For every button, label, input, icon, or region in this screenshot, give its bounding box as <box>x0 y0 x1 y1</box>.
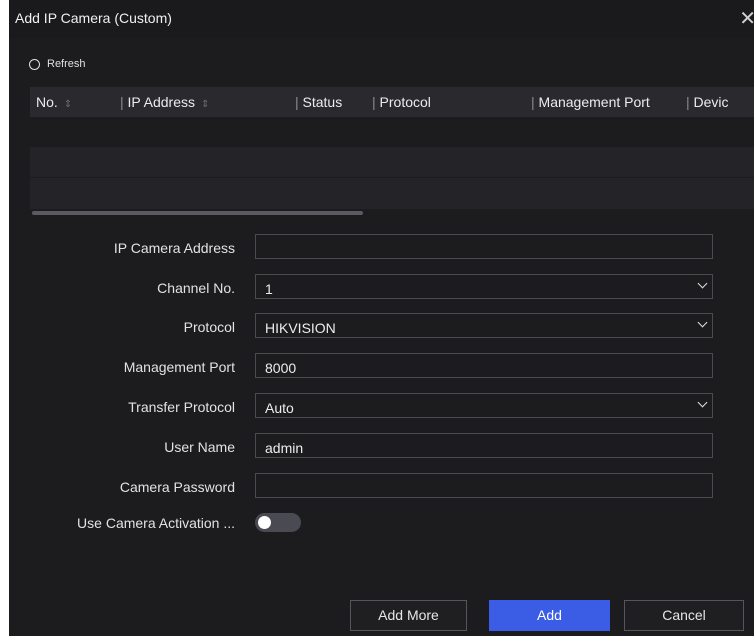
camera-activation-label: Use Camera Activation ... <box>77 515 235 531</box>
camera-password-label: Camera Password <box>119 479 235 495</box>
protocol-label: Protocol <box>183 319 235 335</box>
table-row[interactable] <box>30 147 754 177</box>
protocol-value: HIKVISION <box>265 320 336 336</box>
camera-table: No. ⇕ | IP Address ⇕ | Status | Protocol |… <box>30 87 754 217</box>
column-header-protocol[interactable]: | Protocol <box>372 94 431 110</box>
user-name-label: User Name <box>164 439 235 455</box>
transfer-protocol-value: Auto <box>265 400 294 416</box>
management-port-label: Management Port <box>123 359 235 375</box>
add-button[interactable]: Add <box>489 600 610 631</box>
management-port-input[interactable]: 8000 <box>255 353 713 378</box>
channel-no-select[interactable]: 1 <box>255 274 713 299</box>
transfer-protocol-label: Transfer Protocol <box>128 399 235 415</box>
table-row[interactable] <box>30 117 754 147</box>
column-header-ip-address[interactable]: | IP Address ⇕ <box>120 94 209 110</box>
column-header-device[interactable]: | Devic <box>686 94 729 110</box>
chevron-down-icon <box>697 317 708 328</box>
channel-no-value: 1 <box>265 281 273 297</box>
dialog-titlebar: Add IP Camera (Custom) ✕ <box>9 0 754 38</box>
add-more-button[interactable]: Add More <box>350 600 467 631</box>
camera-activation-toggle[interactable] <box>255 513 301 532</box>
sort-icon: ⇕ <box>63 99 73 110</box>
protocol-select[interactable]: HIKVISION <box>255 313 713 338</box>
column-header-status[interactable]: | Status <box>295 94 342 110</box>
refresh-icon <box>29 58 40 70</box>
toggle-knob <box>258 516 271 529</box>
refresh-label: Refresh <box>47 58 86 70</box>
sort-icon: ⇕ <box>200 99 210 110</box>
transfer-protocol-select[interactable]: Auto <box>255 393 713 418</box>
ip-camera-address-label: IP Camera Address <box>113 240 235 256</box>
column-header-management-port[interactable]: | Management Port <box>531 94 650 110</box>
ip-camera-address-input[interactable] <box>255 234 713 259</box>
dialog-title: Add IP Camera (Custom) <box>15 10 172 26</box>
chevron-down-icon <box>697 278 708 289</box>
chevron-down-icon <box>697 397 708 408</box>
user-name-input[interactable]: admin <box>255 433 713 458</box>
channel-no-label: Channel No. <box>157 280 235 296</box>
scrollbar-thumb[interactable] <box>32 211 363 215</box>
table-row[interactable] <box>30 178 754 209</box>
refresh-button[interactable]: Refresh <box>29 58 86 70</box>
horizontal-scrollbar <box>30 209 754 217</box>
table-header: No. ⇕ | IP Address ⇕ | Status | Protocol |… <box>30 87 754 117</box>
cancel-button[interactable]: Cancel <box>624 600 744 631</box>
column-header-no[interactable]: No. ⇕ <box>36 94 72 110</box>
add-ip-camera-dialog: Add IP Camera (Custom) ✕ Refresh No. ⇕ | … <box>9 0 754 636</box>
camera-password-input[interactable] <box>255 473 713 498</box>
close-icon[interactable]: ✕ <box>739 6 754 31</box>
